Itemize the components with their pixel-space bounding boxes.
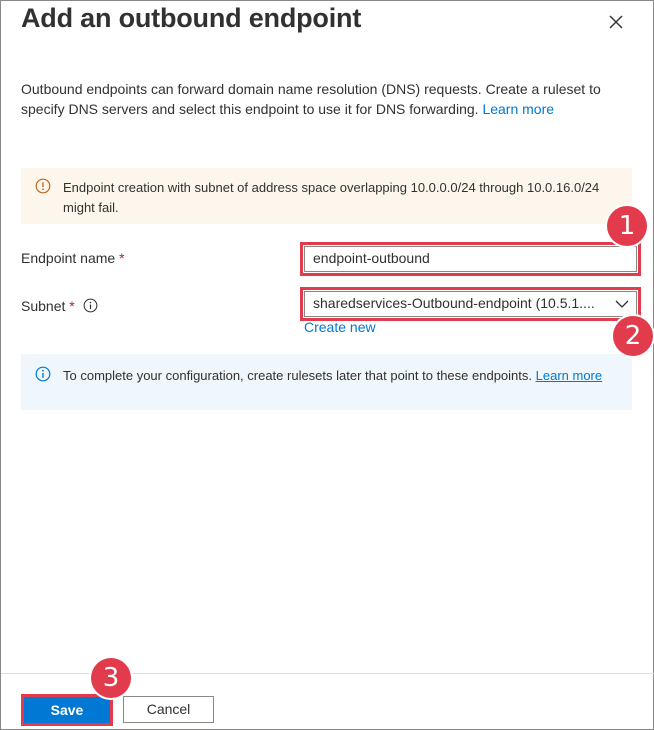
subnet-dropdown[interactable]: sharedservices-Outbound-endpoint (10.5.1… bbox=[304, 291, 637, 317]
warning-icon bbox=[35, 178, 51, 194]
endpoint-name-label: Endpoint name * bbox=[21, 250, 125, 266]
warning-text: Endpoint creation with subnet of address… bbox=[63, 180, 600, 215]
endpoint-name-label-text: Endpoint name bbox=[21, 250, 116, 266]
cancel-button[interactable]: Cancel bbox=[123, 696, 214, 723]
info-learn-more-link[interactable]: Learn more bbox=[536, 368, 602, 383]
subnet-label: Subnet * bbox=[21, 298, 98, 316]
endpoint-name-value: endpoint-outbound bbox=[313, 250, 430, 266]
callout-badge-2: 2 bbox=[613, 316, 653, 356]
info-icon bbox=[35, 366, 51, 382]
close-icon[interactable] bbox=[605, 11, 627, 33]
info-icon[interactable] bbox=[83, 298, 98, 316]
warning-banner: Endpoint creation with subnet of address… bbox=[21, 168, 632, 224]
create-new-subnet-link[interactable]: Create new bbox=[304, 319, 376, 335]
chevron-down-icon bbox=[614, 296, 630, 312]
intro-learn-more-link[interactable]: Learn more bbox=[482, 101, 554, 117]
panel-title: Add an outbound endpoint bbox=[21, 3, 362, 33]
subnet-label-text: Subnet bbox=[21, 298, 66, 314]
save-button[interactable]: Save bbox=[24, 697, 110, 723]
intro-description: Outbound endpoints can forward domain na… bbox=[21, 79, 631, 119]
required-marker: * bbox=[119, 250, 125, 266]
outbound-endpoint-panel: Add an outbound endpoint Outbound endpoi… bbox=[0, 0, 654, 730]
callout-badge-3: 3 bbox=[91, 658, 131, 698]
subnet-selected-value: sharedservices-Outbound-endpoint (10.5.1… bbox=[313, 295, 595, 311]
endpoint-name-input[interactable]: endpoint-outbound bbox=[304, 246, 637, 272]
info-message: To complete your configuration, create r… bbox=[63, 368, 532, 383]
required-marker: * bbox=[69, 298, 75, 314]
info-banner: To complete your configuration, create r… bbox=[21, 354, 632, 410]
callout-badge-1: 1 bbox=[607, 206, 647, 246]
info-text: To complete your configuration, create r… bbox=[63, 366, 608, 386]
